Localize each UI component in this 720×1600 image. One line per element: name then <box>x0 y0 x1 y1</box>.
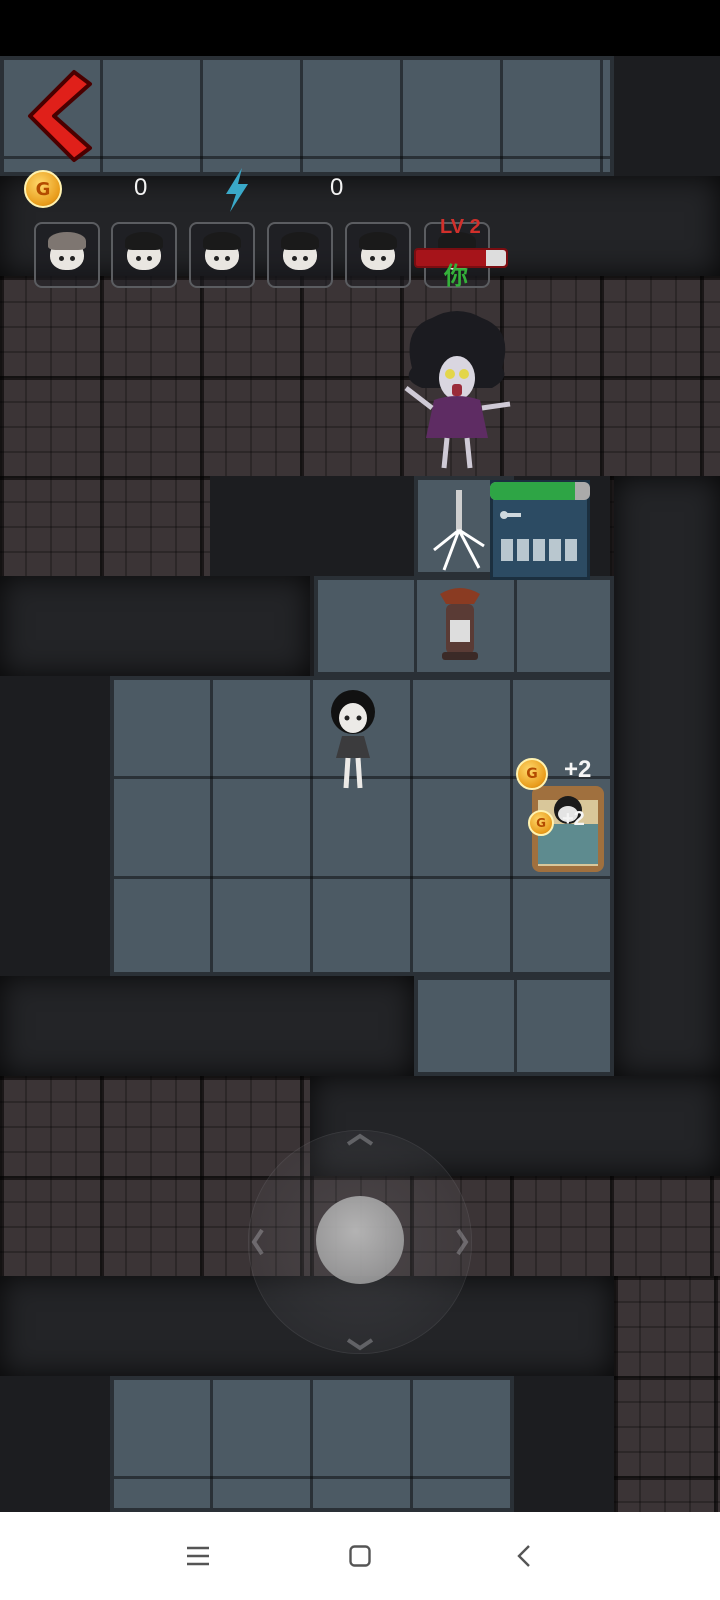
reward-text: +2 <box>562 808 585 830</box>
brick-wall-top <box>0 276 720 476</box>
lantern-icon <box>440 588 480 660</box>
level-label: LV 2 <box>440 216 481 238</box>
door-health-bar <box>490 482 590 500</box>
corridor-right <box>614 476 720 1076</box>
player-avatar-icon <box>359 232 397 270</box>
player-slot-5[interactable] <box>345 222 411 288</box>
player-avatar-icon <box>48 232 86 270</box>
system-nav-bar <box>0 1512 720 1600</box>
energy-bolt-icon <box>226 168 248 212</box>
key-icon <box>500 511 521 519</box>
brick-wall-top-left <box>0 476 210 576</box>
player-avatar-icon <box>281 232 319 270</box>
player-character-icon <box>331 690 375 789</box>
energy-count: 0 <box>330 174 344 201</box>
you-label: 你 <box>444 262 468 290</box>
corridor-lower-left <box>0 976 414 1076</box>
brick-wall-bottom-right <box>614 1276 720 1512</box>
reward-text: +2 <box>564 756 592 783</box>
reward-coin-icon: G <box>528 810 554 836</box>
back-icon[interactable] <box>504 1538 544 1574</box>
room-bottom <box>110 1376 514 1512</box>
status-bar <box>0 0 720 56</box>
menu-icon[interactable] <box>178 1538 218 1574</box>
player-slot-4[interactable] <box>267 222 333 288</box>
coin-count: 0 <box>134 174 148 201</box>
home-icon[interactable] <box>340 1538 380 1574</box>
back-arrow-icon[interactable] <box>24 68 94 164</box>
player-avatar-icon <box>203 232 241 270</box>
player-avatar-icon <box>125 232 163 270</box>
reward-coin-icon: G <box>516 758 548 790</box>
player-slot-1[interactable] <box>34 222 100 288</box>
coin-icon: G <box>24 170 62 208</box>
player-slot-3[interactable] <box>189 222 255 288</box>
room-center-lower <box>414 976 614 1076</box>
attack-spark-icon <box>433 490 485 571</box>
player-slot-2[interactable] <box>111 222 177 288</box>
corridor-left <box>0 576 310 676</box>
joystick-knob[interactable] <box>316 1196 404 1284</box>
door-slots <box>501 539 581 561</box>
door-health-fill <box>490 482 575 500</box>
ghost-icon <box>404 311 511 469</box>
